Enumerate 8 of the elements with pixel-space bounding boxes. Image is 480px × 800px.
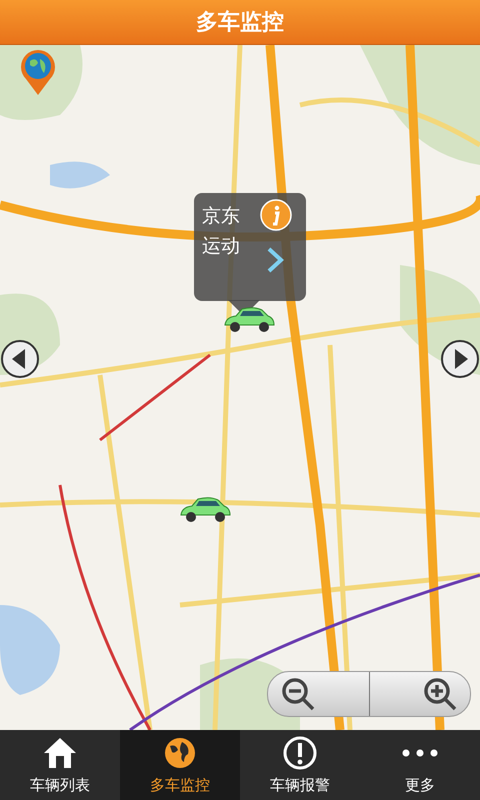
vehicle-popup[interactable]: 京东运动 [194,193,306,301]
map-view[interactable]: 京东运动 [0,45,480,730]
tab[interactable]: 车辆报警 [240,730,360,800]
vehicle-name: 京东运动 [202,204,241,259]
tab[interactable]: 多车监控 [120,730,240,800]
tab[interactable]: 车辆列表 [0,730,120,800]
tab[interactable]: 更多 [360,730,480,800]
screen-title: 多车监控 [196,9,284,37]
